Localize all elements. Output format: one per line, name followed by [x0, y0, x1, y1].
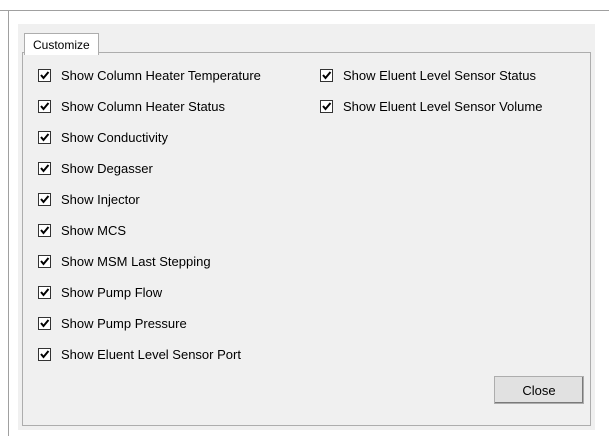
checkbox[interactable] — [38, 223, 51, 237]
option-eluent-level-sensor-volume[interactable]: Show Eluent Level Sensor Volume — [320, 97, 542, 115]
option-label: Show Column Heater Status — [61, 98, 226, 114]
option-label: Show Eluent Level Sensor Status — [343, 67, 536, 83]
window-left-border — [8, 10, 9, 436]
close-button[interactable]: Close — [494, 376, 584, 404]
option-column-heater-temperature[interactable]: Show Column Heater Temperature — [38, 66, 261, 84]
checkbox[interactable] — [38, 285, 51, 299]
option-label: Show Pump Flow — [61, 284, 163, 300]
checkbox[interactable] — [38, 161, 51, 175]
tab-customize[interactable]: Customize — [24, 33, 99, 55]
checkbox[interactable] — [38, 192, 51, 206]
checkbox[interactable] — [38, 68, 51, 82]
checkmark-icon — [40, 287, 50, 297]
checkmark-icon — [40, 256, 50, 266]
checkmark-icon — [40, 225, 50, 235]
option-injector[interactable]: Show Injector — [38, 190, 140, 208]
checkmark-icon — [40, 163, 50, 173]
checkmark-icon — [40, 70, 50, 80]
checkmark-icon — [40, 101, 50, 111]
checkbox[interactable] — [38, 347, 51, 361]
checkbox[interactable] — [320, 99, 333, 113]
checkbox[interactable] — [38, 130, 51, 144]
option-conductivity[interactable]: Show Conductivity — [38, 128, 168, 146]
option-column-heater-status[interactable]: Show Column Heater Status — [38, 97, 225, 115]
option-label: Show Column Heater Temperature — [61, 67, 261, 83]
option-eluent-level-sensor-port[interactable]: Show Eluent Level Sensor Port — [38, 345, 241, 363]
window-top-border — [0, 10, 609, 11]
checkmark-icon — [40, 349, 50, 359]
option-label: Show Injector — [61, 191, 140, 207]
option-pump-pressure[interactable]: Show Pump Pressure — [38, 314, 187, 332]
option-label: Show Eluent Level Sensor Port — [61, 346, 241, 362]
checkmark-icon — [322, 101, 332, 111]
checkbox[interactable] — [38, 316, 51, 330]
option-label: Show MCS — [61, 222, 127, 238]
checkbox[interactable] — [320, 68, 333, 82]
checkbox[interactable] — [38, 254, 51, 268]
option-mcs[interactable]: Show MCS — [38, 221, 126, 239]
option-label: Show MSM Last Stepping — [61, 253, 211, 269]
option-label: Show Eluent Level Sensor Volume — [343, 98, 543, 114]
option-eluent-level-sensor-status[interactable]: Show Eluent Level Sensor Status — [320, 66, 536, 84]
customize-dialog: Customize Show Column Heater Temperature… — [18, 24, 595, 430]
option-label: Show Pump Pressure — [61, 315, 187, 331]
option-pump-flow[interactable]: Show Pump Flow — [38, 283, 162, 301]
option-label: Show Degasser — [61, 160, 153, 176]
checkmark-icon — [40, 318, 50, 328]
checkbox[interactable] — [38, 99, 51, 113]
checkmark-icon — [40, 194, 50, 204]
option-label: Show Conductivity — [61, 129, 168, 145]
option-degasser[interactable]: Show Degasser — [38, 159, 153, 177]
checkmark-icon — [40, 132, 50, 142]
option-msm-last-stepping[interactable]: Show MSM Last Stepping — [38, 252, 211, 270]
checkmark-icon — [322, 70, 332, 80]
